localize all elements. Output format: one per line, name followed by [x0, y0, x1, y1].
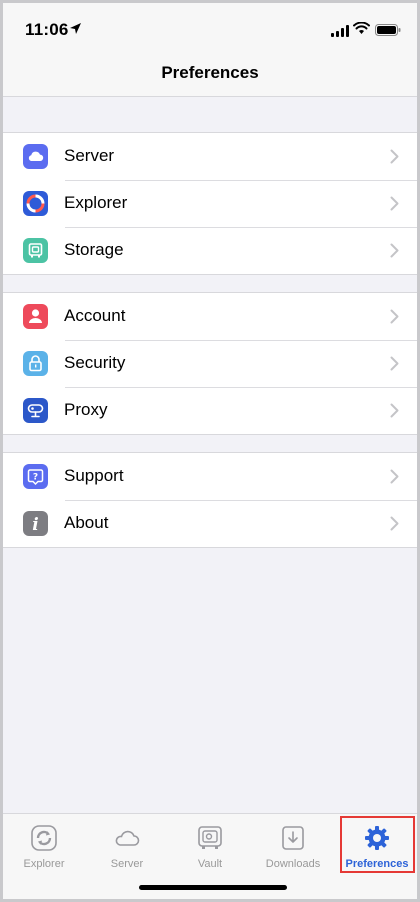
refresh-icon	[30, 824, 58, 857]
tab-label: Downloads	[265, 858, 321, 870]
download-icon	[279, 824, 307, 857]
cellular-signal-icon	[331, 24, 349, 42]
tab-label: Explorer	[23, 858, 65, 870]
row-label: Proxy	[64, 400, 108, 419]
tab-downloads[interactable]: Downloads	[258, 822, 328, 878]
chevron-right-icon	[390, 403, 399, 423]
tab-explorer[interactable]: Explorer	[9, 822, 79, 878]
row-label: Account	[64, 306, 126, 325]
row-label: Server	[64, 146, 115, 165]
svg-text:?: ?	[33, 473, 38, 483]
lock-icon	[23, 351, 48, 376]
status-bar: 11:06	[3, 3, 417, 53]
row-proxy[interactable]: Proxy	[3, 387, 417, 434]
selection-highlight	[340, 816, 415, 873]
row-security[interactable]: Security	[3, 340, 417, 387]
row-account[interactable]: Account	[3, 293, 417, 340]
status-time: 11:06	[25, 20, 69, 39]
person-icon	[23, 304, 48, 329]
battery-icon	[375, 23, 401, 41]
row-label: Explorer	[64, 193, 128, 212]
chevron-right-icon	[390, 516, 399, 536]
chevron-right-icon	[390, 469, 399, 489]
location-arrow-icon	[69, 22, 82, 40]
chevron-right-icon	[390, 196, 399, 216]
svg-text:i: i	[32, 515, 38, 535]
settings-group-3: ? Support i About	[3, 452, 417, 548]
explorer-icon	[23, 191, 48, 216]
info-icon: i	[23, 511, 48, 536]
cloud-icon	[112, 824, 142, 857]
row-server[interactable]: Server	[3, 133, 417, 180]
row-support[interactable]: ? Support	[3, 453, 417, 500]
row-label: Support	[64, 466, 124, 485]
page-title: Preferences	[161, 63, 259, 82]
storage-icon	[23, 238, 48, 263]
settings-group-2: Account Security Proxy	[3, 292, 417, 435]
cloud-icon	[23, 144, 48, 169]
proxy-icon	[23, 398, 48, 423]
chevron-right-icon	[390, 309, 399, 329]
tab-label: Server	[110, 858, 144, 870]
chevron-right-icon	[390, 243, 399, 263]
tab-server[interactable]: Server	[92, 822, 162, 878]
chevron-right-icon	[390, 149, 399, 169]
tab-vault[interactable]: Vault	[175, 822, 245, 878]
row-explorer[interactable]: Explorer	[3, 180, 417, 227]
row-label: Security	[64, 353, 126, 372]
home-indicator	[139, 885, 287, 890]
tab-label: Vault	[197, 858, 223, 870]
row-label: Storage	[64, 240, 124, 259]
vault-icon	[196, 824, 224, 857]
row-about[interactable]: i About	[3, 500, 417, 547]
question-icon: ?	[23, 464, 48, 489]
chevron-right-icon	[390, 356, 399, 376]
settings-group-1: Server Explorer Storage	[3, 132, 417, 275]
row-storage[interactable]: Storage	[3, 227, 417, 274]
wifi-icon	[353, 21, 370, 40]
app-frame: 11:06 Preferences Server Explorer Storag…	[0, 0, 420, 902]
row-label: About	[64, 513, 109, 532]
